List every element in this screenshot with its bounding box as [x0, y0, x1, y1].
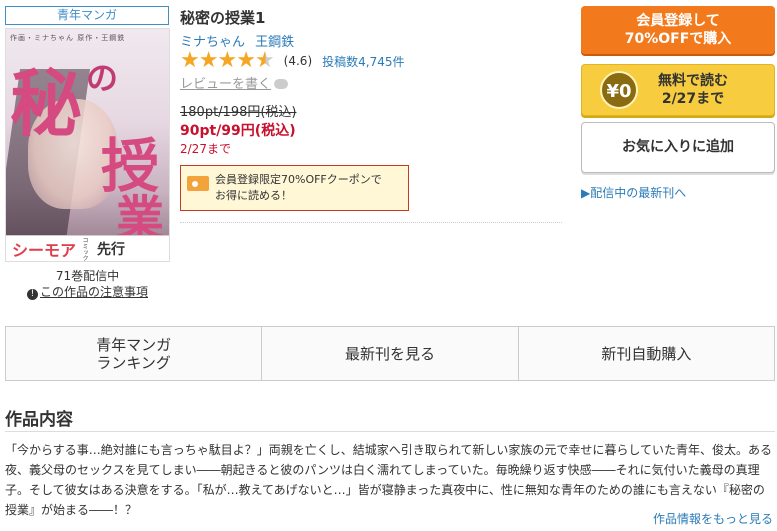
section-divider [5, 431, 775, 432]
tab-label: 最新刊を見る [344, 344, 435, 363]
genre-tag[interactable]: 青年マンガ [5, 6, 169, 25]
info-icon: ! [26, 289, 38, 300]
yen-coin-icon: ¥0 [600, 71, 638, 109]
section-title: 作品内容 [5, 410, 73, 430]
half-star-icon: ★ [254, 48, 275, 73]
free-read-text: 無料で読む 2/27まで [658, 72, 728, 108]
add-favorite-button[interactable]: お気に入りに追加 [581, 122, 775, 173]
write-review-label: レビューを書く [180, 77, 272, 92]
free-read-line: 2/27まで [661, 91, 725, 107]
sale-price: 90pt/99円(税込) [180, 123, 296, 139]
cover-title-char: 秘 [10, 61, 83, 146]
star-icon: ★ [217, 48, 237, 73]
description-text: 「今からする事…絶対誰にも言っちゃ駄目よ？」両親を亡くし、結城家へ引き取られて新… [5, 443, 773, 517]
coupon-text: 会員登録限定70%OFFクーポンで お得に読める！ [215, 172, 382, 210]
volume-count: 71巻配信中 [55, 269, 120, 283]
cmoa-logo: シーモア [12, 240, 77, 260]
more-info-link[interactable]: 作品情報をもっと見る [653, 510, 773, 527]
cover-title-char: の [86, 59, 119, 97]
tab-genre-ranking[interactable]: 青年マンガ ランキング [6, 327, 263, 380]
tab-label: ランキング [96, 353, 171, 372]
register-button-line: 会員登録して [636, 13, 720, 29]
register-purchase-button[interactable]: 会員登録して 70%OFFで購入 [581, 6, 775, 54]
tab-label: 青年マンガ [96, 335, 172, 354]
star-icon: ★ [198, 48, 219, 73]
coupon-icon [187, 176, 209, 191]
rating-value: (4.6) [283, 54, 313, 68]
cover-credit: 作画・ミナちゃん 原作・王鋼鉄 [10, 34, 126, 42]
page-title: 秘密の授業1 [180, 9, 266, 27]
tab-auto-purchase[interactable]: 新刊自動購入 [519, 327, 774, 380]
rating-row: ★★★★★ (4.6) 投稿数4,745件 [180, 50, 404, 72]
latest-volume-link[interactable]: ▶配信中の最新刊へ [581, 184, 686, 201]
cover-label-band: シーモア コミック 先行 [6, 235, 169, 261]
tab-label: 新刊自動購入 [601, 344, 692, 363]
speech-bubble-icon [274, 79, 289, 89]
sale-until: 2/27まで [180, 142, 231, 156]
tab-latest-volume[interactable]: 最新刊を見る [262, 327, 519, 380]
register-button-line: 70%OFFで購入 [624, 31, 732, 47]
star-rating: ★★★★★ [180, 48, 275, 73]
write-review-link[interactable]: レビューを書く [180, 73, 289, 92]
cover-image[interactable]: 作画・ミナちゃん 原作・王鋼鉄 秘 の 授 業 1 シーモア コミック 先行 [5, 28, 170, 262]
notice-link-label: この作品の注意事項 [39, 285, 148, 299]
star-icon: ★ [180, 48, 200, 73]
free-read-button[interactable]: ¥0 無料で読む 2/27まで [581, 64, 775, 116]
coupon-banner[interactable]: 会員登録限定70%OFFクーポンで お得に読める！ [180, 165, 409, 211]
review-count-link[interactable]: 投稿数4,745件 [322, 53, 404, 70]
latest-volume-label: 配信中の最新刊へ [590, 186, 687, 200]
action-tabs: 青年マンガ ランキング 最新刊を見る 新刊自動購入 [5, 326, 775, 381]
cover-label-badge: 先行 [97, 241, 126, 258]
notice-link[interactable]: ! この作品の注意事項 [5, 283, 170, 300]
coupon-line: お得に読める！ [215, 189, 292, 202]
star-icon: ★ [236, 48, 256, 73]
free-read-line: 無料で読む [658, 73, 728, 89]
cover-label-sub: コミック [81, 236, 89, 261]
divider [180, 222, 562, 223]
coupon-line: 会員登録限定70%OFFクーポンで [215, 173, 382, 186]
original-price: 180pt/198円(税込) [180, 105, 297, 120]
